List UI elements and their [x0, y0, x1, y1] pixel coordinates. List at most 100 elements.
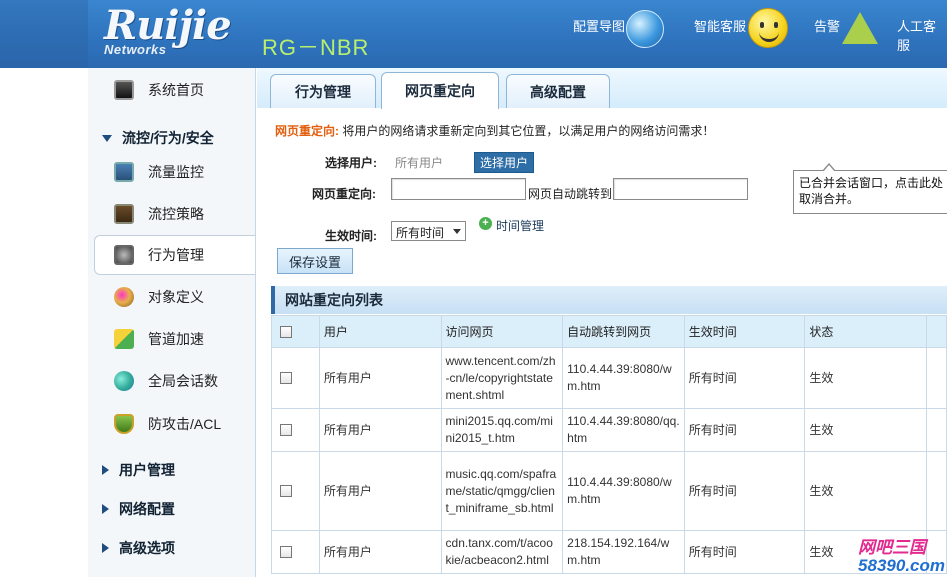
chat-icon: [114, 371, 134, 391]
redirect-label: 网页重定向:: [312, 187, 376, 201]
sidebar-item-accelerate[interactable]: 管道加速: [88, 319, 254, 359]
shield-icon: [114, 414, 134, 434]
sidebar-item-label: 对象定义: [148, 289, 204, 305]
sidebar-item-sessions[interactable]: 全局会话数: [88, 361, 254, 401]
traffic-monitor-icon: [114, 162, 134, 182]
redirect-table: 用户 访问网页 自动跳转到网页 生效时间 状态 所有用户 www.tencent…: [271, 315, 947, 574]
cell-page: mini2015.qq.com/mini2015_t.htm: [440, 408, 564, 452]
effective-time-select[interactable]: 所有时间: [391, 221, 466, 241]
select-all-cell[interactable]: [271, 315, 320, 348]
column-header-jump: 自动跳转到网页: [562, 315, 685, 348]
effective-time-label: 生效时间:: [325, 229, 377, 243]
ruijie-logo: Ruijie Networks: [104, 6, 254, 58]
sidebar-item-behavior[interactable]: 行为管理: [94, 235, 255, 275]
merge-tooltip[interactable]: 已合并会话窗口，点击此处取消合并。: [793, 163, 947, 214]
behavior-icon: [114, 245, 134, 265]
table-row: 所有用户 www.tencent.com/zh-cn/le/copyrights…: [271, 347, 947, 409]
cell-page: www.tencent.com/zh-cn/le/copyrightstatem…: [440, 347, 564, 409]
sidebar-item-flow-policy[interactable]: 流控策略: [88, 194, 254, 234]
redirect-list-title: 网站重定向列表: [271, 286, 947, 314]
cell-time: 所有时间: [683, 408, 806, 452]
cell-status: 生效: [804, 408, 927, 452]
config-guide-link[interactable]: 配置导图: [573, 16, 625, 35]
row-checkbox-cell[interactable]: [271, 530, 320, 574]
cell-user: 所有用户: [318, 347, 442, 409]
select-user-button[interactable]: 选择用户: [474, 152, 535, 173]
globe-icon[interactable]: [626, 10, 664, 48]
sidebar-group-label: 网络配置: [119, 501, 175, 517]
watermark-line2: 58390.com: [858, 556, 945, 575]
sidebar-item-label: 流控策略: [148, 206, 204, 222]
row-checkbox-cell[interactable]: [271, 408, 320, 452]
accelerate-icon: [114, 329, 134, 349]
cell-jump: 218.154.192.164/wm.htm: [562, 530, 685, 574]
sidebar-group-user[interactable]: 用户管理: [102, 460, 175, 480]
cell-user: 所有用户: [318, 451, 442, 531]
table-row: 所有用户 cdn.tanx.com/t/acookie/acbeacon2.ht…: [271, 530, 947, 574]
description-text: 将用户的网络请求重新定向到其它位置，以满足用户的网络访问需求！: [339, 124, 715, 138]
column-header-user: 用户: [318, 315, 442, 348]
row-checkbox-cell[interactable]: [271, 347, 320, 409]
chevron-right-icon: [102, 465, 109, 475]
tab-web-redirect[interactable]: 网页重定向: [381, 72, 499, 109]
sidebar-gutter: [0, 68, 88, 577]
sidebar-group-label: 流控/行为/安全: [122, 130, 214, 146]
main-content: 行为管理 网页重定向 高级配置 网页重定向: 将用户的网络请求重新定向到其它位置…: [257, 68, 947, 577]
tab-bar: 行为管理 网页重定向 高级配置: [257, 68, 947, 109]
sidebar-item-label: 管道加速: [148, 331, 204, 347]
cell-jump: 110.4.44.39:8080/wm.htm: [562, 451, 685, 531]
cell-page: cdn.tanx.com/t/acookie/acbeacon2.html: [440, 530, 564, 574]
row-checkbox[interactable]: [280, 372, 292, 385]
sidebar-item-acl[interactable]: 防攻击/ACL: [88, 404, 254, 444]
cell-time: 所有时间: [683, 451, 806, 531]
chevron-down-icon: [453, 229, 461, 234]
table-row: 所有用户 music.qq.com/spaframe/static/qmgg/c…: [271, 451, 947, 531]
smiley-icon[interactable]: [748, 8, 788, 48]
table-header-row: 用户 访问网页 自动跳转到网页 生效时间 状态: [271, 315, 947, 348]
row-checkbox[interactable]: [280, 546, 292, 559]
warning-triangle-icon[interactable]: [842, 12, 878, 44]
page-description: 网页重定向: 将用户的网络请求重新定向到其它位置，以满足用户的网络访问需求！: [275, 122, 714, 139]
sidebar-item-label: 系统首页: [148, 82, 204, 98]
sidebar-item-object-define[interactable]: 对象定义: [88, 277, 254, 317]
human-service-link[interactable]: 人工客服: [897, 16, 947, 54]
flow-policy-icon: [114, 204, 134, 224]
cell-time: 所有时间: [683, 530, 806, 574]
row-checkbox[interactable]: [280, 424, 292, 437]
row-checkbox-cell[interactable]: [271, 451, 320, 531]
sidebar-item-label: 全局会话数: [148, 373, 218, 389]
select-all-checkbox[interactable]: [280, 326, 292, 339]
sidebar-group-flow-security[interactable]: 流控/行为/安全: [102, 128, 214, 148]
save-settings-button[interactable]: 保存设置: [277, 248, 353, 274]
time-manage-link[interactable]: 时间管理: [496, 217, 544, 234]
sidebar-item-label: 防攻击/ACL: [148, 416, 222, 432]
auto-jump-label: 网页自动跳转到: [528, 187, 613, 201]
description-tag: 网页重定向:: [275, 124, 339, 138]
monitor-icon: [114, 80, 134, 100]
watermark-line1: 网吧三国: [858, 538, 927, 557]
auto-jump-url-input[interactable]: [613, 178, 748, 200]
redirect-url-input[interactable]: [391, 178, 526, 200]
header-left-strip: [0, 0, 88, 68]
select-user-value: 所有用户: [395, 156, 444, 170]
cell-extra: [926, 347, 947, 409]
sidebar-group-advanced[interactable]: 高级选项: [102, 538, 175, 558]
alarm-link[interactable]: 告警: [814, 16, 840, 35]
model-name: RG－NBR: [262, 35, 370, 60]
tab-behavior[interactable]: 行为管理: [270, 74, 376, 108]
cell-extra: [926, 451, 947, 531]
sidebar-group-label: 用户管理: [119, 462, 175, 478]
tab-advanced[interactable]: 高级配置: [506, 74, 610, 108]
row-checkbox[interactable]: [280, 485, 292, 498]
cell-page: music.qq.com/spaframe/static/qmgg/client…: [440, 451, 564, 531]
sidebar-item-home[interactable]: 系统首页: [88, 70, 254, 110]
sidebar-item-traffic-monitor[interactable]: 流量监控: [88, 152, 254, 192]
logo-sub: Networks: [104, 42, 167, 57]
sidebar-group-network[interactable]: 网络配置: [102, 499, 175, 519]
add-icon[interactable]: +: [479, 217, 492, 230]
cell-extra: [926, 408, 947, 452]
column-header-extra: [926, 315, 947, 348]
cell-status: 生效: [804, 347, 927, 409]
smart-service-link[interactable]: 智能客服: [694, 16, 746, 35]
cell-jump: 110.4.44.39:8080/wm.htm: [562, 347, 685, 409]
